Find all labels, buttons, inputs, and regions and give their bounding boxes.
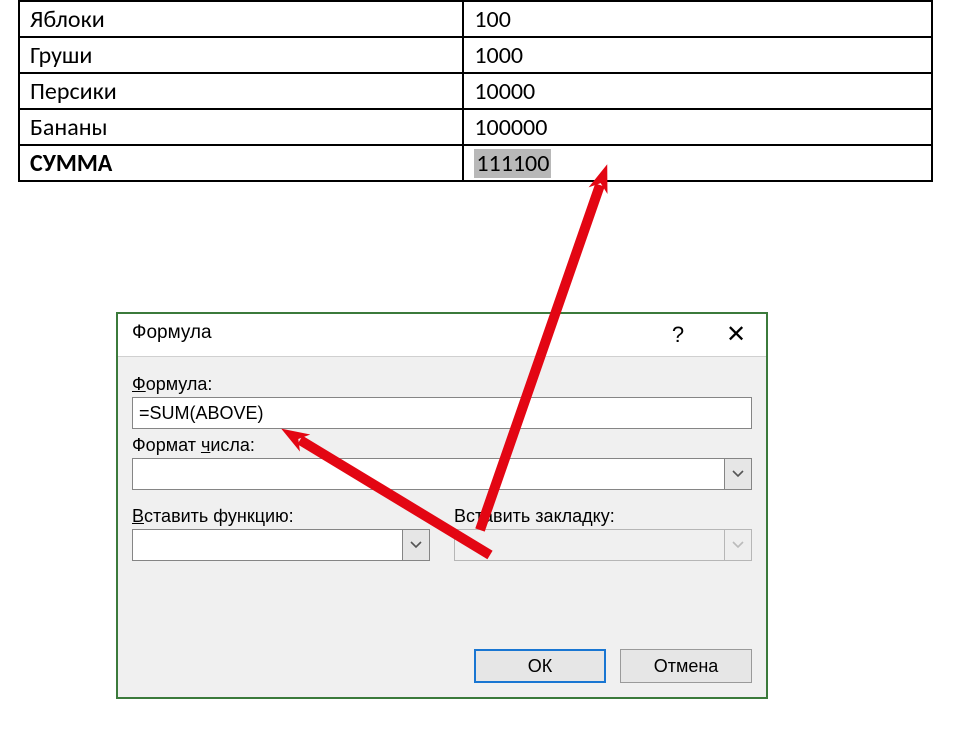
data-table: Яблоки 100 Груши 1000 Персики 10000 Бана…: [18, 0, 933, 182]
cell-label: Бананы: [19, 109, 463, 145]
cancel-button[interactable]: Отмена: [620, 649, 752, 683]
chevron-down-icon: [724, 529, 752, 561]
dialog-title: Формула: [132, 322, 212, 344]
number-format-value[interactable]: [132, 458, 724, 490]
close-button[interactable]: ✕: [712, 314, 760, 356]
cell-label: Яблоки: [19, 1, 463, 37]
chevron-down-icon[interactable]: [724, 458, 752, 490]
insert-function-label: Вставить функцию:: [132, 506, 430, 527]
insert-function-combo[interactable]: [132, 529, 430, 561]
cell-value: 100: [463, 1, 932, 37]
number-format-combo[interactable]: [132, 458, 752, 490]
insert-bookmark-value: [454, 529, 724, 561]
cell-label: Персики: [19, 73, 463, 109]
cell-sum-label: СУММА: [19, 145, 463, 181]
formula-label: Формула:: [132, 374, 752, 395]
cell-label: Груши: [19, 37, 463, 73]
table-row: Бананы 100000: [19, 109, 932, 145]
cell-value: 1000: [463, 37, 932, 73]
cell-value: 10000: [463, 73, 932, 109]
cell-sum-value: 111100: [463, 145, 932, 181]
chevron-down-icon[interactable]: [402, 529, 430, 561]
table-row: Персики 10000: [19, 73, 932, 109]
insert-function-value[interactable]: [132, 529, 402, 561]
cell-value: 100000: [463, 109, 932, 145]
table-row: Груши 1000: [19, 37, 932, 73]
formula-dialog: Формула ? ✕ Формула: Формат числа: Встав…: [116, 312, 768, 699]
dialog-titlebar[interactable]: Формула ? ✕: [118, 314, 766, 357]
table-sum-row: СУММА 111100: [19, 145, 932, 181]
table-row: Яблоки 100: [19, 1, 932, 37]
insert-bookmark-label: Вставить закладку:: [454, 506, 752, 527]
ok-button[interactable]: ОК: [474, 649, 606, 683]
formula-input[interactable]: [132, 397, 752, 429]
sum-value: 111100: [474, 149, 551, 178]
number-format-label: Формат числа:: [132, 435, 752, 456]
help-button[interactable]: ?: [654, 314, 702, 356]
insert-bookmark-combo: [454, 529, 752, 561]
